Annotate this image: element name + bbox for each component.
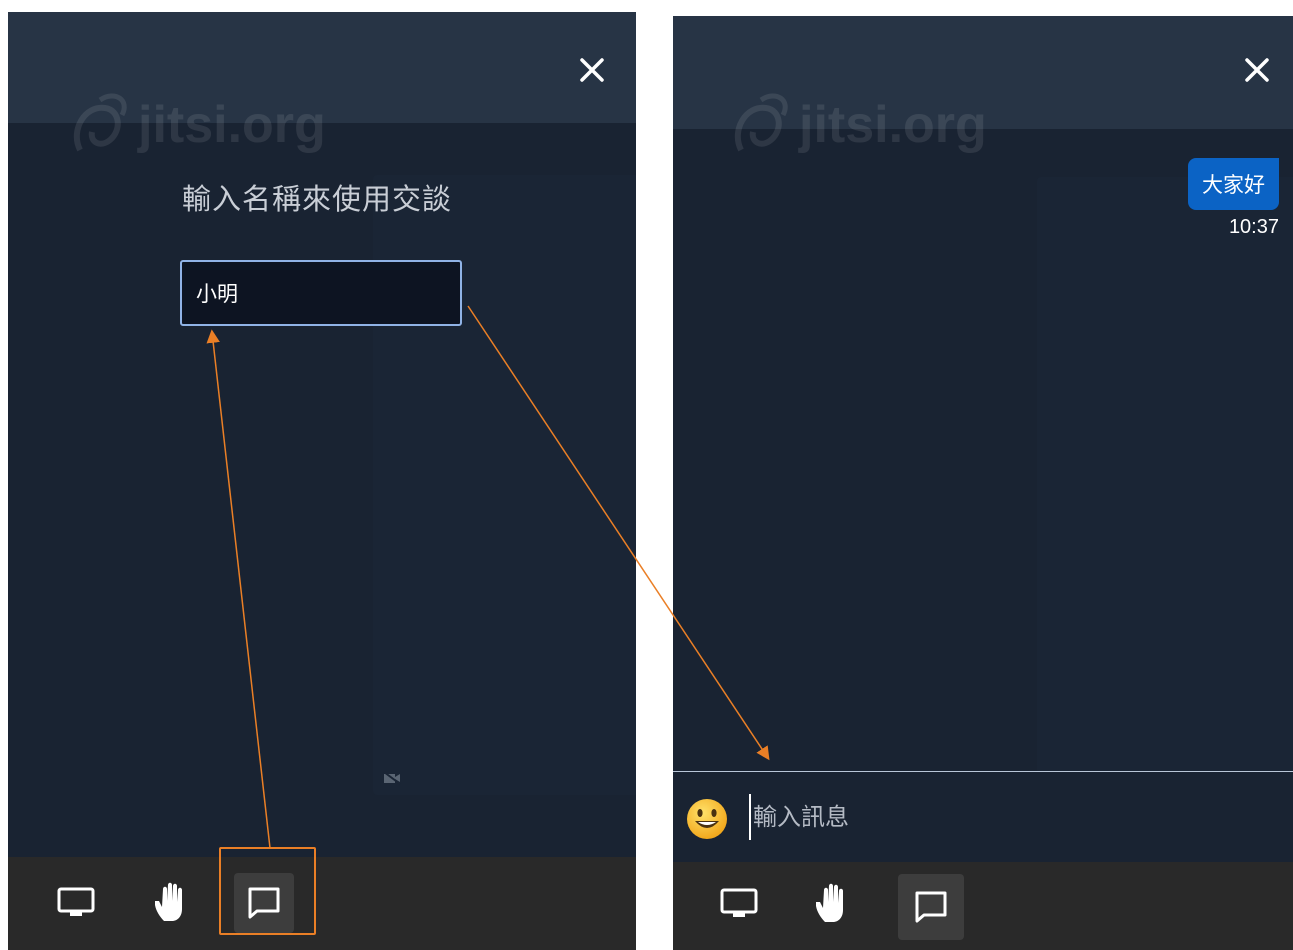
- jitsi-watermark: jitsi.org: [721, 80, 1021, 180]
- display-name-input[interactable]: [180, 260, 462, 326]
- jitsi-watermark: jitsi.org: [60, 80, 360, 180]
- raise-hand-icon: [816, 883, 843, 922]
- close-icon: [580, 58, 604, 82]
- smiley-emoji-icon: [687, 799, 727, 839]
- chat-button[interactable]: [234, 873, 294, 933]
- chat-name-panel: jitsi.org 輸入名稱來使用交談: [8, 12, 636, 950]
- chat-messages-panel: jitsi.org 大家好 10:37: [673, 16, 1293, 950]
- close-chat-button[interactable]: [574, 52, 610, 88]
- video-thumbnail[interactable]: [1037, 177, 1293, 800]
- screen-share-icon: [57, 887, 95, 916]
- chat-input-area: [673, 771, 1293, 863]
- message-input[interactable]: [749, 794, 1269, 840]
- bottom-toolbar: [8, 857, 636, 950]
- svg-text:jitsi.org: jitsi.org: [137, 96, 326, 154]
- chat-button[interactable]: [898, 874, 964, 940]
- svg-text:jitsi.org: jitsi.org: [798, 96, 987, 154]
- chat-icon: [248, 887, 280, 919]
- bottom-toolbar: [673, 862, 1293, 950]
- screen-share-button[interactable]: [46, 873, 106, 933]
- close-icon: [1245, 58, 1269, 82]
- screen-share-button[interactable]: [709, 874, 769, 934]
- enter-name-prompt: 輸入名稱來使用交談: [182, 182, 453, 216]
- emoji-picker-button[interactable]: [685, 797, 729, 841]
- raise-hand-icon: [155, 882, 182, 921]
- raise-hand-button[interactable]: [142, 873, 202, 933]
- camera-off-icon: [383, 771, 401, 785]
- screen-share-icon: [720, 888, 758, 917]
- close-chat-button[interactable]: [1239, 52, 1275, 88]
- raise-hand-button[interactable]: [803, 874, 863, 934]
- message-timestamp: 10:37: [1228, 216, 1279, 238]
- chat-icon: [915, 891, 947, 923]
- sent-message-bubble: 大家好: [1188, 158, 1279, 210]
